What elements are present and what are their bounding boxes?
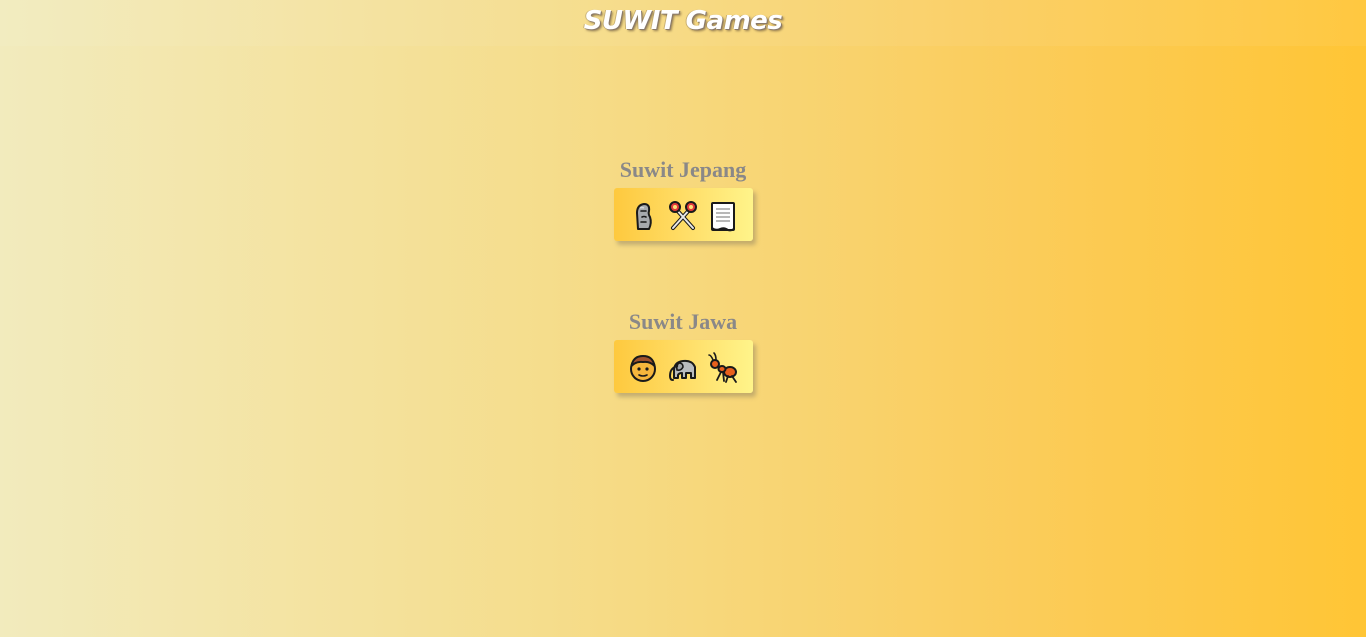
rock-icon [626,199,660,233]
play-suwit-jepang-button[interactable] [613,188,753,241]
person-icon [626,351,660,385]
game-title-jawa: Suwit Jawa [628,309,738,334]
paper-icon [706,199,740,233]
game-suwit-jepang: Suwit Jepang [0,156,1366,241]
site-title: SUWIT Games [583,6,783,36]
scissors-icon [666,199,700,233]
game-title-jepang: Suwit Jepang [619,157,747,182]
elephant-icon [666,351,700,385]
game-suwit-jawa: Suwit Jawa [0,308,1366,393]
play-suwit-jawa-button[interactable] [613,340,753,393]
ant-icon [706,351,740,385]
